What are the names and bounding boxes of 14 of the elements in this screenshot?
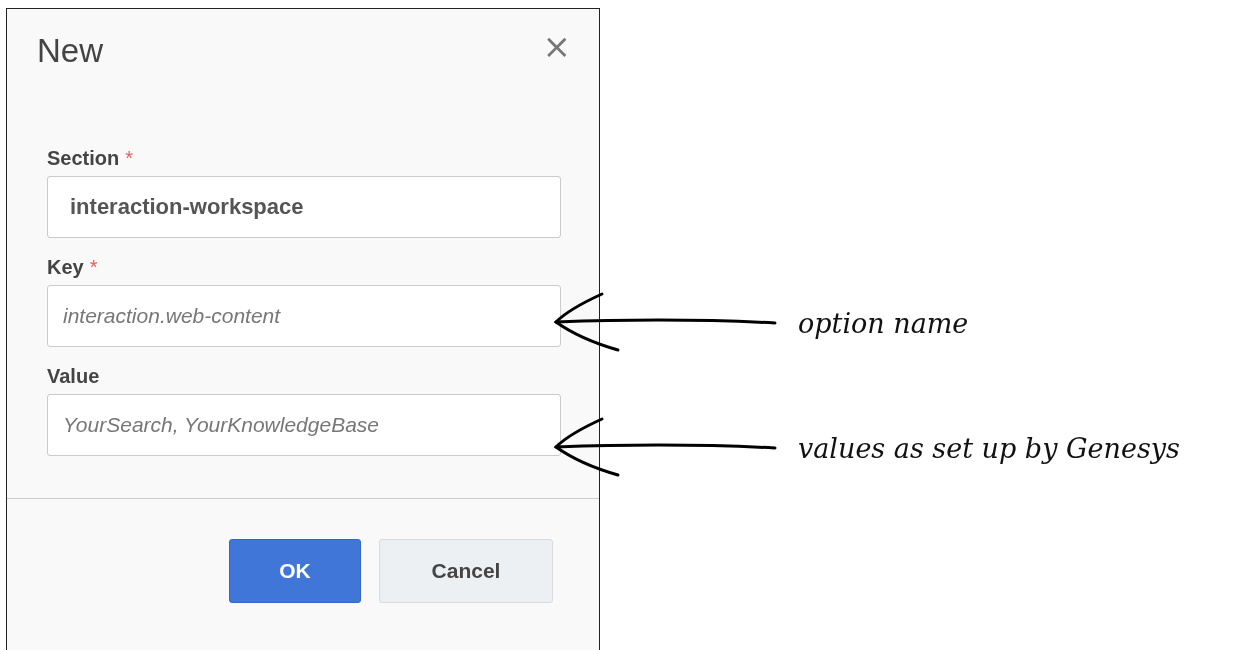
annotation-text: values as set up by Genesys xyxy=(798,432,1180,464)
input-field[interactable]: YourSearch, YourKnowledgeBase xyxy=(47,394,561,456)
close-button[interactable]: × xyxy=(542,31,571,61)
field-label: Value xyxy=(47,365,100,388)
field-label: Key xyxy=(47,256,84,279)
field-label: Section xyxy=(47,147,120,170)
input-field[interactable]: interaction.web-content xyxy=(47,285,561,347)
annotation-text: option name xyxy=(798,307,969,339)
input-field[interactable]: interaction-workspace xyxy=(47,176,561,238)
ok-button[interactable]: OK xyxy=(229,539,361,603)
required-mark: * xyxy=(125,147,134,170)
dialog-title: New xyxy=(37,31,104,71)
cancel-button[interactable]: Cancel xyxy=(379,539,553,603)
required-mark: * xyxy=(89,256,98,279)
